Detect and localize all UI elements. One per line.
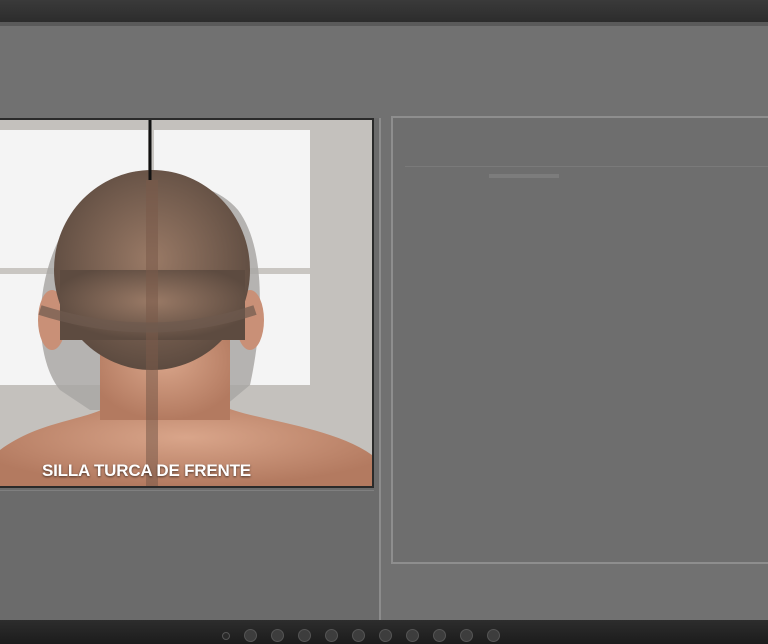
play-button-icon[interactable]	[460, 629, 473, 642]
monitor-bottom-bezel	[0, 620, 768, 644]
right-button-icon[interactable]	[406, 629, 419, 642]
power-dot-icon[interactable]	[222, 631, 230, 640]
left-panel: SILLA TURCA DE FRENTE	[0, 118, 381, 632]
panel-divider	[405, 166, 768, 167]
screen-area: SILLA TURCA DE FRENTE	[0, 26, 768, 632]
monitor-button-row	[222, 629, 500, 642]
left-lower-strip	[0, 490, 374, 499]
auto-button-icon[interactable]	[352, 629, 365, 642]
exit-button-icon[interactable]	[487, 629, 500, 642]
right-panel	[391, 116, 768, 564]
head-back-illustration	[0, 120, 372, 486]
up-button-icon[interactable]	[433, 629, 446, 642]
slide-caption: SILLA TURCA DE FRENTE	[42, 461, 251, 480]
minus-button-icon[interactable]	[271, 629, 284, 642]
panel-tab-marker	[489, 174, 559, 178]
head-illustration: SILLA TURCA DE FRENTE	[0, 118, 374, 488]
source-button-icon[interactable]	[325, 629, 338, 642]
menu-button-icon[interactable]	[244, 629, 257, 642]
plus-button-icon[interactable]	[298, 629, 311, 642]
monitor-top-bezel	[0, 0, 768, 26]
left-button-icon[interactable]	[379, 629, 392, 642]
